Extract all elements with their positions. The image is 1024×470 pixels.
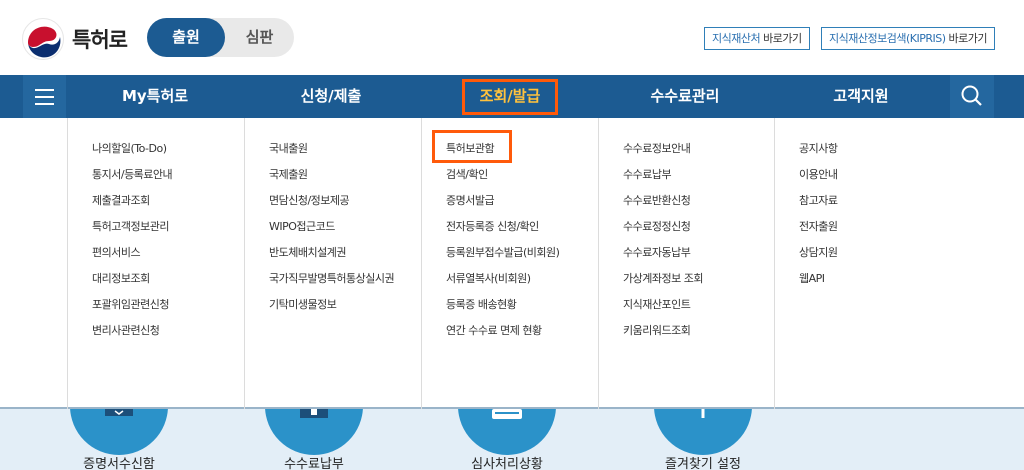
- taegeuk-logo-icon: [22, 18, 64, 60]
- menu-item[interactable]: 수수료정보안내: [623, 139, 703, 165]
- menu-item[interactable]: 등록원부접수발급(비회원): [446, 243, 560, 269]
- menu-item[interactable]: 공지사항: [799, 139, 838, 165]
- fee-payment-button[interactable]: [265, 409, 363, 455]
- nav-my-patentro[interactable]: My특허로: [80, 75, 230, 118]
- menu-item[interactable]: 서류열복사(비회원): [446, 269, 559, 295]
- menu-item[interactable]: 전자등록증 신청/확인: [446, 217, 559, 243]
- menu-item[interactable]: 수수료납부: [623, 165, 703, 191]
- dropdown-menu-panel: 나의할일(To-Do) 통지서/등록료안내 제출결과조회 특허고객정보관리 편의…: [0, 118, 1024, 409]
- top-header: 특허로 출원 심판 지식재산처 바로가기 지식재산정보검색(KIPRIS) 바로…: [0, 0, 1024, 75]
- menu-item[interactable]: 가상계좌정보 조회: [623, 269, 703, 295]
- examination-status-button[interactable]: [458, 409, 556, 455]
- menu-item[interactable]: 편의서비스: [92, 243, 172, 269]
- menu-item[interactable]: 국가직무발명특허통상실시권: [269, 269, 395, 295]
- fee-payment-label[interactable]: 수수료납부: [264, 453, 364, 470]
- menu-item[interactable]: 키움리워드조회: [623, 321, 703, 347]
- site-logo[interactable]: 특허로: [22, 18, 128, 60]
- star-icon: [701, 409, 705, 418]
- menu-column-my: 나의할일(To-Do) 통지서/등록료안내 제출결과조회 특허고객정보관리 편의…: [67, 118, 244, 409]
- menu-item[interactable]: 변리사관련신청: [92, 321, 172, 347]
- logo-text: 특허로: [72, 28, 128, 52]
- hamburger-icon[interactable]: [23, 75, 66, 118]
- menu-item[interactable]: 참고자료: [799, 191, 838, 217]
- nav-customer-support[interactable]: 고객지원: [786, 75, 936, 118]
- submenu-highlight-box: [432, 130, 512, 163]
- menu-item[interactable]: 포괄위임관련신청: [92, 295, 172, 321]
- menu-column-support: 공지사항 이용안내 참고자료 전자출원 상담지원 웹API: [774, 118, 950, 409]
- menu-item[interactable]: 등록증 배송현황: [446, 295, 559, 321]
- menu-item[interactable]: 국내출원: [269, 139, 394, 165]
- kipo-shortcut-suffix: 바로가기: [760, 32, 802, 45]
- menu-item[interactable]: 이용안내: [799, 165, 838, 191]
- nav-apply-submit[interactable]: 신청/제출: [256, 75, 406, 118]
- nav-fee-management[interactable]: 수수료관리: [610, 75, 760, 118]
- menu-item[interactable]: 지식재산포인트: [623, 295, 703, 321]
- certificate-inbox-button[interactable]: [70, 409, 168, 455]
- menu-item[interactable]: 특허고객정보관리: [92, 217, 172, 243]
- menu-item[interactable]: 기탁미생물정보: [269, 295, 394, 321]
- menu-item[interactable]: 웹API: [799, 269, 837, 295]
- menu-item[interactable]: 제출결과조회: [92, 191, 172, 217]
- menu-column-fee: 수수료정보안내 수수료납부 수수료반환신청 수수료정정신청 수수료자동납부 가상…: [598, 118, 774, 409]
- status-icon: [492, 409, 522, 419]
- mode-application-button[interactable]: 출원: [147, 18, 225, 57]
- menu-item[interactable]: 반도체배치설계권: [269, 243, 394, 269]
- kipris-shortcut-link[interactable]: 지식재산정보검색(KIPRIS) 바로가기: [821, 27, 995, 50]
- menu-item[interactable]: 전자출원: [799, 217, 838, 243]
- menu-item[interactable]: 면담신청/정보제공: [269, 191, 394, 217]
- menu-column-apply: 국내출원 국제출원 면담신청/정보제공 WIPO접근코드 반도체배치설계권 국가…: [244, 118, 421, 409]
- menu-item[interactable]: 수수료정정신청: [623, 217, 703, 243]
- menu-item[interactable]: 국제출원: [269, 165, 394, 191]
- examination-status-label[interactable]: 심사처리상황: [457, 453, 557, 470]
- mode-trial-button[interactable]: 심판: [225, 18, 294, 57]
- menu-item[interactable]: 나의할일(To-Do): [92, 139, 172, 165]
- certificate-icon: [105, 409, 133, 416]
- search-icon[interactable]: [950, 75, 994, 118]
- kipris-shortcut-suffix: 바로가기: [945, 32, 988, 45]
- menu-item[interactable]: 증명서발급: [446, 191, 559, 217]
- mode-toggle[interactable]: 출원 심판: [147, 18, 294, 57]
- menu-item[interactable]: 수수료반환신청: [623, 191, 703, 217]
- menu-item[interactable]: 검색/확인: [446, 165, 559, 191]
- payment-icon: [300, 409, 328, 418]
- favorites-settings-button[interactable]: [654, 409, 752, 455]
- quick-services: 증명서수신함 수수료납부 심사처리상황 즐겨찾기 설정: [0, 409, 1024, 470]
- nav-highlight-box: [462, 79, 558, 115]
- menu-item[interactable]: 대리정보조회: [92, 269, 172, 295]
- kipo-shortcut-link[interactable]: 지식재산처 바로가기: [704, 27, 810, 50]
- favorites-settings-label[interactable]: 즐겨찾기 설정: [653, 453, 753, 470]
- menu-item[interactable]: 상담지원: [799, 243, 838, 269]
- menu-item[interactable]: WIPO접근코드: [269, 217, 394, 243]
- menu-item[interactable]: 수수료자동납부: [623, 243, 703, 269]
- menu-item[interactable]: 연간 수수료 면제 현황: [446, 321, 559, 347]
- menu-item[interactable]: 통지서/등록료안내: [92, 165, 173, 191]
- certificate-inbox-label[interactable]: 증명서수신함: [69, 453, 169, 470]
- kipris-shortcut-label: 지식재산정보검색(KIPRIS): [829, 32, 946, 45]
- kipo-shortcut-label: 지식재산처: [712, 32, 761, 45]
